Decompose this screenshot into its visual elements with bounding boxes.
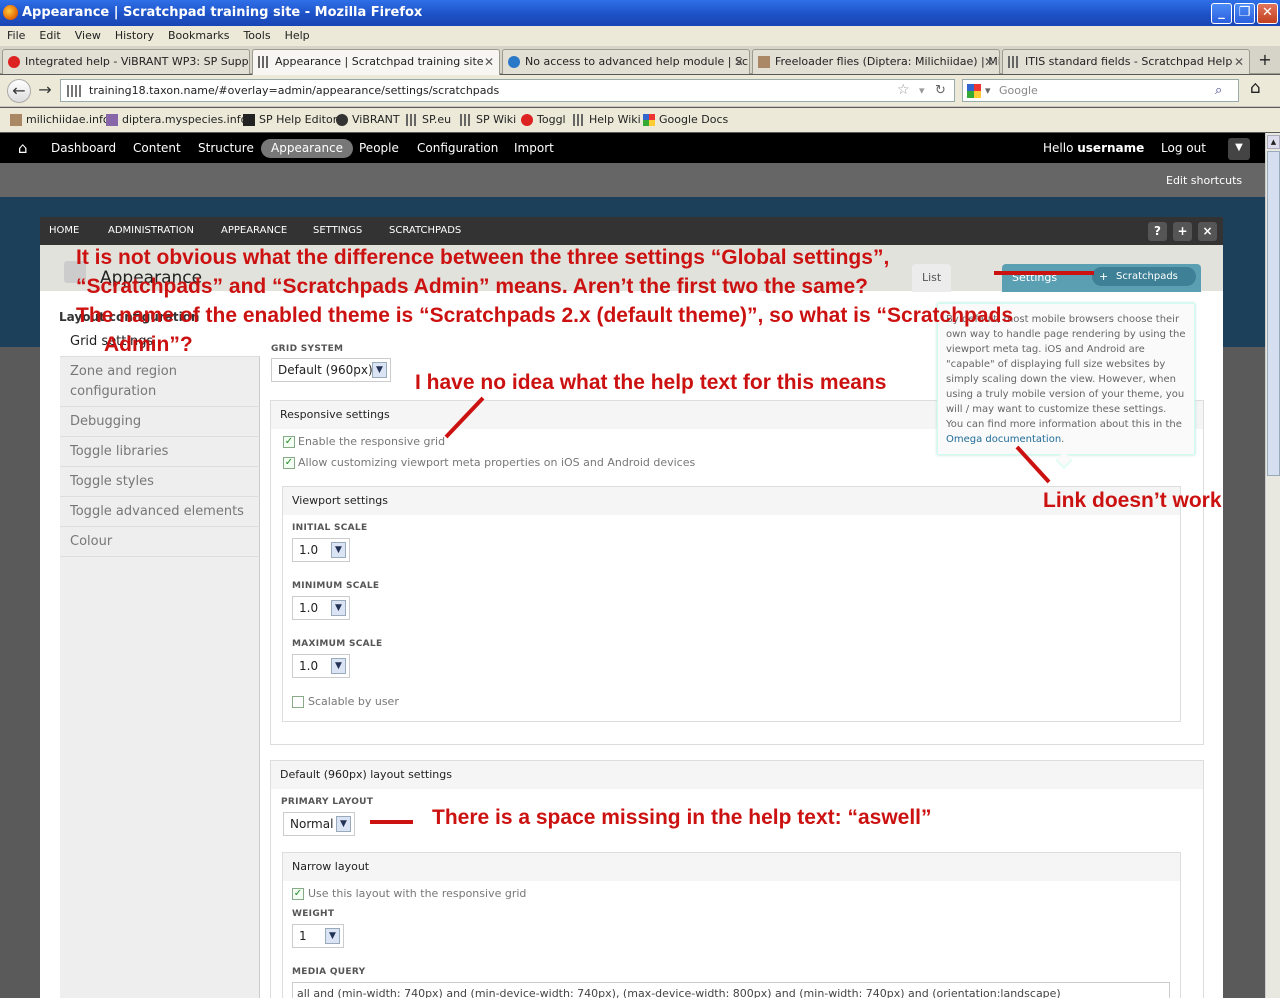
- scroll-thumb[interactable]: [1267, 151, 1280, 476]
- scrollbar[interactable]: ▲: [1265, 133, 1280, 998]
- scroll-up-arrow[interactable]: ▲: [1267, 135, 1280, 149]
- annotation-lines: [370, 271, 1094, 824]
- annotation-line-help: [444, 396, 485, 439]
- annotation-line-link: [1015, 445, 1051, 484]
